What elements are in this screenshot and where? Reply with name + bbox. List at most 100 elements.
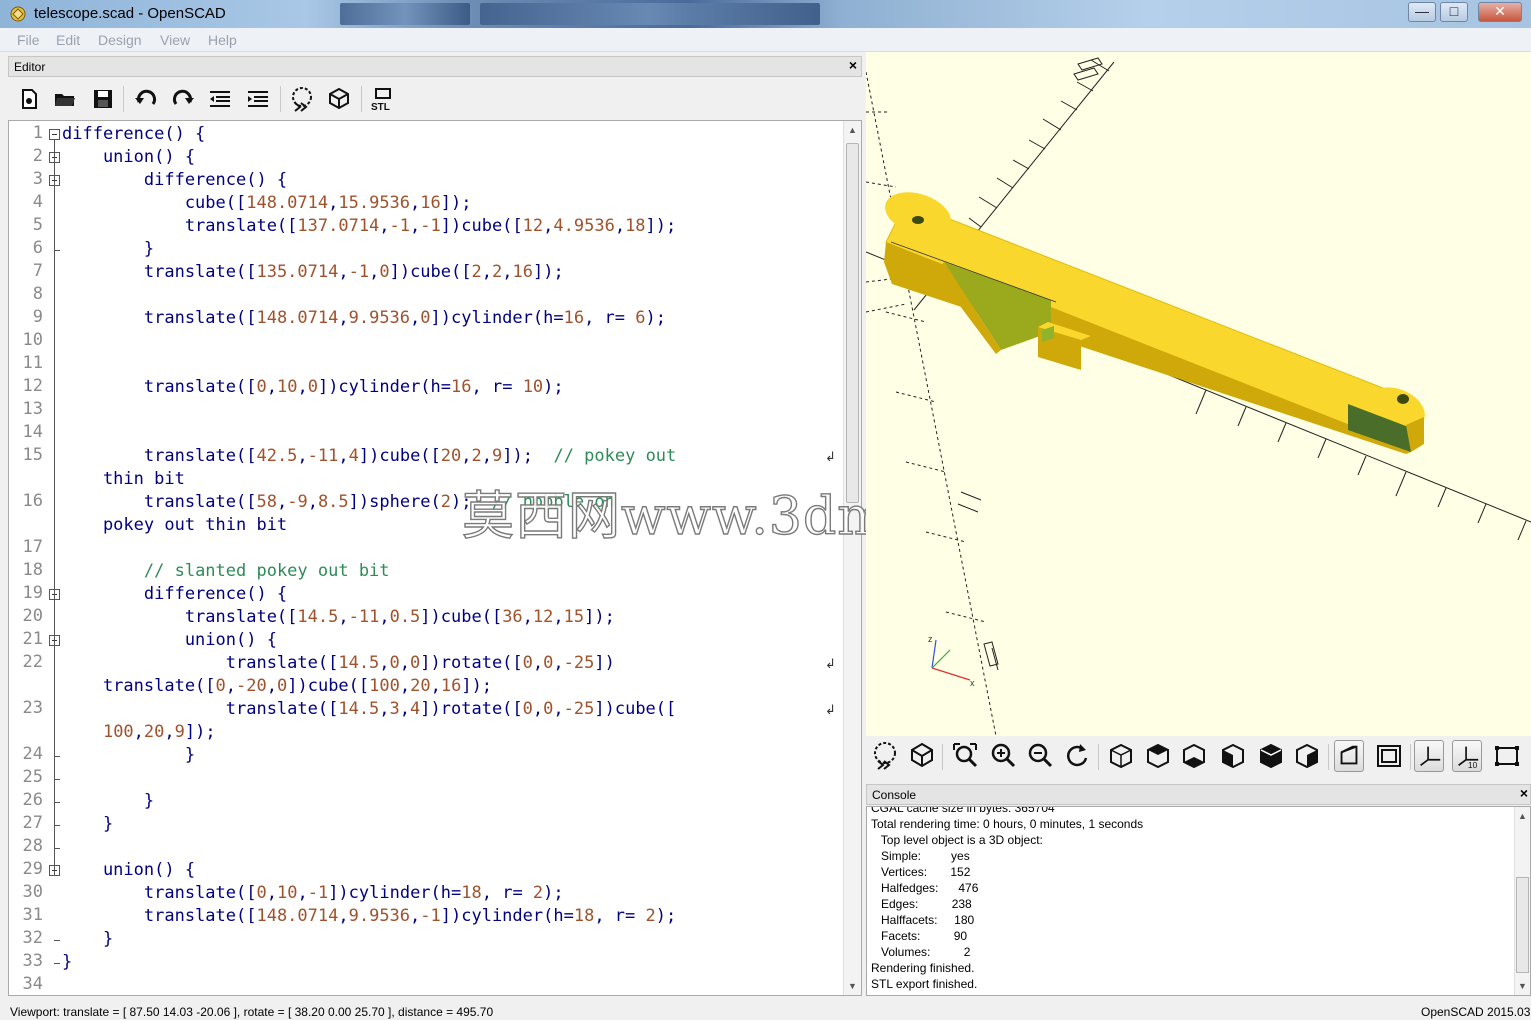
new-file-icon[interactable] xyxy=(16,86,42,112)
toolbar-separator xyxy=(1328,744,1329,770)
show-scale-icon[interactable]: 10 xyxy=(1452,740,1482,772)
redo-icon[interactable] xyxy=(170,86,196,112)
code-line[interactable]: translate([148.0714,9.9536,-1])cylinder(… xyxy=(62,905,676,928)
menu-help[interactable]: Help xyxy=(208,32,237,48)
scroll-down-icon[interactable]: ▼ xyxy=(1518,981,1527,991)
menu-edit[interactable]: Edit xyxy=(56,32,80,48)
preview-icon[interactable] xyxy=(289,86,315,112)
open-file-icon[interactable] xyxy=(52,86,78,112)
svg-text:10: 10 xyxy=(1468,760,1478,770)
code-line[interactable]: pokey out thin bit xyxy=(62,514,287,537)
menu-file[interactable]: File xyxy=(17,32,40,48)
code-line[interactable]: union() { xyxy=(62,859,195,882)
code-line[interactable]: } xyxy=(62,928,113,951)
scroll-up-icon[interactable]: ▲ xyxy=(1518,811,1527,821)
line-number: 30 xyxy=(22,882,43,902)
3d-scene: z x xyxy=(866,57,1531,736)
orthogonal-icon[interactable] xyxy=(1374,740,1404,772)
zoom-in-icon[interactable] xyxy=(988,740,1018,772)
view-left-icon[interactable] xyxy=(1218,740,1248,772)
close-button[interactable]: ✕ xyxy=(1478,2,1522,22)
3d-viewport[interactable]: z x xyxy=(866,52,1531,736)
code-line[interactable]: thin bit xyxy=(62,468,185,491)
code-line[interactable]: translate([137.0714,-1,-1])cube([12,4.95… xyxy=(62,215,676,238)
code-line[interactable]: translate([0,10,-1])cylinder(h=18, r= 2)… xyxy=(62,882,564,905)
export-stl-icon[interactable]: STL xyxy=(370,86,396,112)
line-number: 16 xyxy=(22,491,43,511)
show-axes-icon[interactable] xyxy=(1414,740,1444,772)
maximize-button[interactable]: □ xyxy=(1440,2,1468,22)
code-line[interactable]: union() { xyxy=(62,629,277,652)
view-top-icon[interactable] xyxy=(1143,740,1173,772)
code-line[interactable]: 100,20,9]); xyxy=(62,721,216,744)
code-line[interactable]: translate([14.5,3,4])rotate([0,0,-25])cu… xyxy=(62,698,677,721)
fold-toggle-icon[interactable] xyxy=(49,129,60,140)
show-edges-icon[interactable] xyxy=(1492,740,1522,772)
minimize-button[interactable]: — xyxy=(1408,2,1436,22)
scroll-down-icon[interactable]: ▼ xyxy=(848,981,857,991)
console-line: Simple: yes xyxy=(871,849,970,863)
code-line[interactable]: difference() { xyxy=(62,583,287,606)
code-editor[interactable]: 1 2 3 4 5 6 7 8 9 10 11 12 13 14 15 16 17 18 19 20 21 22 23 24 2… xyxy=(8,120,862,996)
code-line[interactable]: } xyxy=(62,744,195,767)
fold-guide-line xyxy=(54,140,55,876)
code-line[interactable]: translate([148.0714,9.9536,0])cylinder(h… xyxy=(62,307,666,330)
console-close-button[interactable]: × xyxy=(1520,785,1528,801)
menu-design[interactable]: Design xyxy=(98,32,142,48)
save-file-icon[interactable] xyxy=(90,86,116,112)
scroll-up-icon[interactable]: ▲ xyxy=(848,125,857,135)
line-wrap-icon: ↲ xyxy=(825,449,836,464)
console-line: Edges: 238 xyxy=(871,897,972,911)
editor-close-button[interactable]: × xyxy=(849,57,857,73)
unindent-icon[interactable] xyxy=(207,86,233,112)
code-line[interactable]: translate([135.0714,-1,0])cube([2,2,16])… xyxy=(62,261,564,284)
line-number: 26 xyxy=(22,790,43,810)
view-bottom-icon[interactable] xyxy=(1179,740,1209,772)
view-front-icon[interactable] xyxy=(1256,740,1286,772)
line-number: 17 xyxy=(22,537,43,557)
line-number: 9 xyxy=(32,307,43,327)
view-back-icon[interactable] xyxy=(1292,740,1322,772)
view-right-icon[interactable] xyxy=(1106,740,1136,772)
editor-scroll-thumb[interactable] xyxy=(846,143,859,503)
code-line[interactable]: translate([42.5,-11,4])cube([20,2,9]); /… xyxy=(62,445,676,468)
toolbar-separator xyxy=(361,86,362,112)
menu-view[interactable]: View xyxy=(160,32,190,48)
taskbar-blur xyxy=(480,3,820,25)
axes-gizmo: z x xyxy=(928,634,975,688)
line-number: 20 xyxy=(22,606,43,626)
line-number: 27 xyxy=(22,813,43,833)
perspective-icon[interactable] xyxy=(1334,740,1364,772)
console-scroll-thumb[interactable] xyxy=(1516,877,1529,973)
code-line[interactable]: difference() { xyxy=(62,123,205,146)
code-line[interactable]: difference() { xyxy=(62,169,287,192)
code-line[interactable]: translate([0,10,0])cylinder(h=16, r= 10)… xyxy=(62,376,564,399)
line-number: 8 xyxy=(32,284,43,304)
view-all-icon[interactable] xyxy=(950,740,980,772)
code-line[interactable]: } xyxy=(62,238,154,261)
code-line[interactable]: } xyxy=(62,813,113,836)
indent-icon[interactable] xyxy=(245,86,271,112)
render-icon[interactable] xyxy=(326,86,352,112)
code-line[interactable]: translate([14.5,-11,0.5])cube([36,12,15]… xyxy=(62,606,615,629)
zoom-out-icon[interactable] xyxy=(1025,740,1055,772)
console-output[interactable]: CGAL cache size in bytes: 365704 Total re… xyxy=(866,806,1531,996)
console-scrollbar[interactable]: ▲ ▼ xyxy=(1514,807,1530,995)
line-number: 28 xyxy=(22,836,43,856)
line-number: 33 xyxy=(22,951,43,971)
line-number: 18 xyxy=(22,560,43,580)
code-line[interactable]: // slanted pokey out bit xyxy=(62,560,390,583)
code-line[interactable]: union() { xyxy=(62,146,195,169)
code-line[interactable]: translate([0,-20,0])cube([100,20,16]); xyxy=(62,675,492,698)
code-line[interactable]: translate([14.5,0,0])rotate([0,0,-25]) xyxy=(62,652,615,675)
code-line[interactable]: } xyxy=(62,790,154,813)
preview-icon[interactable] xyxy=(870,740,900,772)
render-icon[interactable] xyxy=(907,740,937,772)
editor-scrollbar[interactable]: ▲ ▼ xyxy=(843,121,861,995)
console-line: Rendering finished. xyxy=(871,961,975,975)
code-line[interactable]: cube([148.0714,15.9536,16]); xyxy=(62,192,472,215)
console-title-label: Console xyxy=(872,788,917,802)
undo-icon[interactable] xyxy=(133,86,159,112)
reset-view-icon[interactable] xyxy=(1062,740,1092,772)
code-line[interactable]: } xyxy=(62,951,72,974)
